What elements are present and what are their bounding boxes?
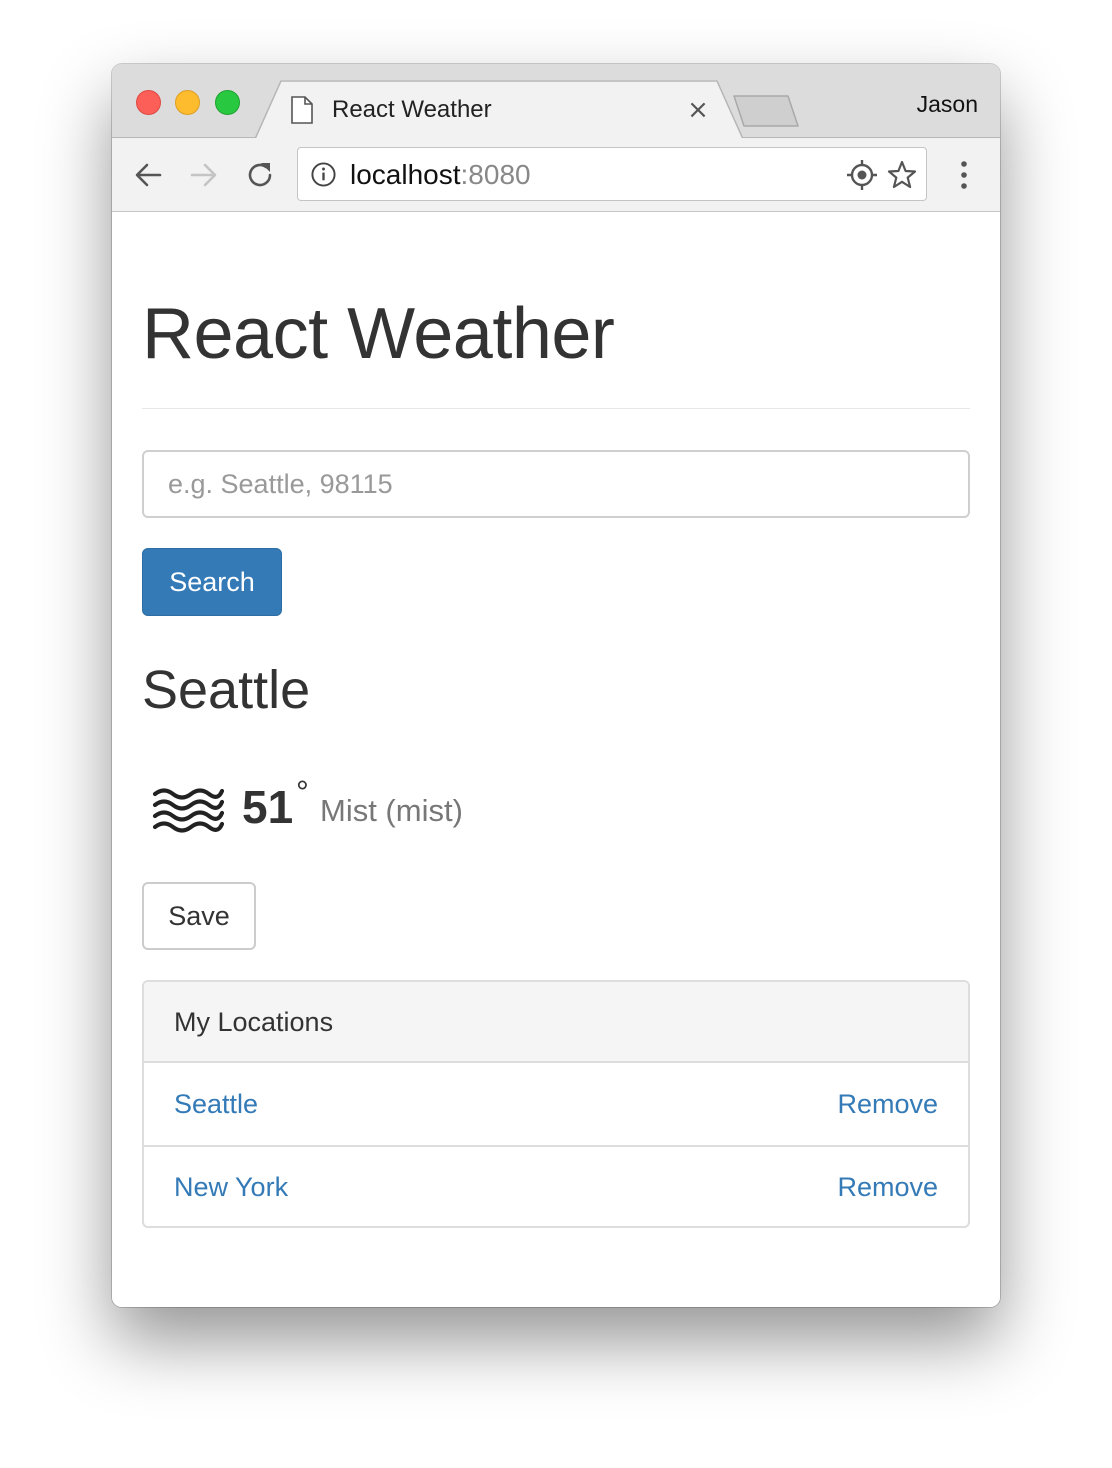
bookmark-star-icon[interactable]: [886, 159, 918, 191]
browser-toolbar: localhost:8080: [112, 138, 1000, 212]
location-row: Seattle Remove: [144, 1063, 968, 1145]
tab-title: React Weather: [332, 96, 492, 123]
info-icon[interactable]: [310, 161, 337, 188]
reload-icon[interactable]: [242, 157, 278, 193]
tab-strip: React Weather × Jason: [112, 64, 1000, 139]
location-row: New York Remove: [144, 1145, 968, 1226]
tab-close-icon[interactable]: ×: [684, 93, 712, 127]
more-menu-icon[interactable]: [950, 157, 978, 193]
location-link-new-york[interactable]: New York: [174, 1172, 288, 1202]
address-bar[interactable]: localhost:8080: [297, 147, 927, 201]
url-text[interactable]: localhost:8080: [350, 158, 531, 192]
remove-new-york-link[interactable]: Remove: [837, 1147, 938, 1226]
remove-seattle-link[interactable]: Remove: [837, 1063, 938, 1145]
current-city-title: Seattle: [142, 660, 311, 720]
my-locations-panel: My Locations Seattle Remove New York Rem…: [142, 980, 970, 1228]
save-button[interactable]: Save: [142, 882, 256, 950]
weather-description: Mist (mist): [320, 793, 463, 828]
tab-react-weather[interactable]: [255, 80, 743, 139]
page-icon: [291, 96, 313, 124]
url-port: :8080: [460, 159, 531, 190]
forward-arrow-icon[interactable]: [186, 157, 222, 193]
my-locations-heading: My Locations: [144, 982, 968, 1063]
location-search-input[interactable]: [142, 450, 970, 518]
location-link-seattle[interactable]: Seattle: [174, 1089, 258, 1119]
header-divider: [142, 408, 970, 409]
search-button[interactable]: Search: [142, 548, 282, 616]
profile-name[interactable]: Jason: [917, 88, 978, 120]
zoom-window-button[interactable]: [215, 90, 240, 115]
page-title: React Weather: [142, 294, 615, 374]
page-content: React Weather Search Seattle 51 ° Mist (…: [112, 212, 1000, 1307]
close-window-button[interactable]: [136, 90, 161, 115]
degree-symbol: °: [296, 774, 309, 810]
minimize-window-button[interactable]: [175, 90, 200, 115]
browser-window: React Weather × Jason localhost:8080 Rea…: [112, 64, 1000, 1307]
new-tab-button[interactable]: [732, 94, 802, 130]
location-target-icon[interactable]: [846, 159, 878, 191]
temperature-value: 51: [242, 781, 294, 833]
back-arrow-icon[interactable]: [130, 157, 166, 193]
url-host: localhost: [350, 159, 461, 190]
mist-icon: [152, 788, 224, 833]
